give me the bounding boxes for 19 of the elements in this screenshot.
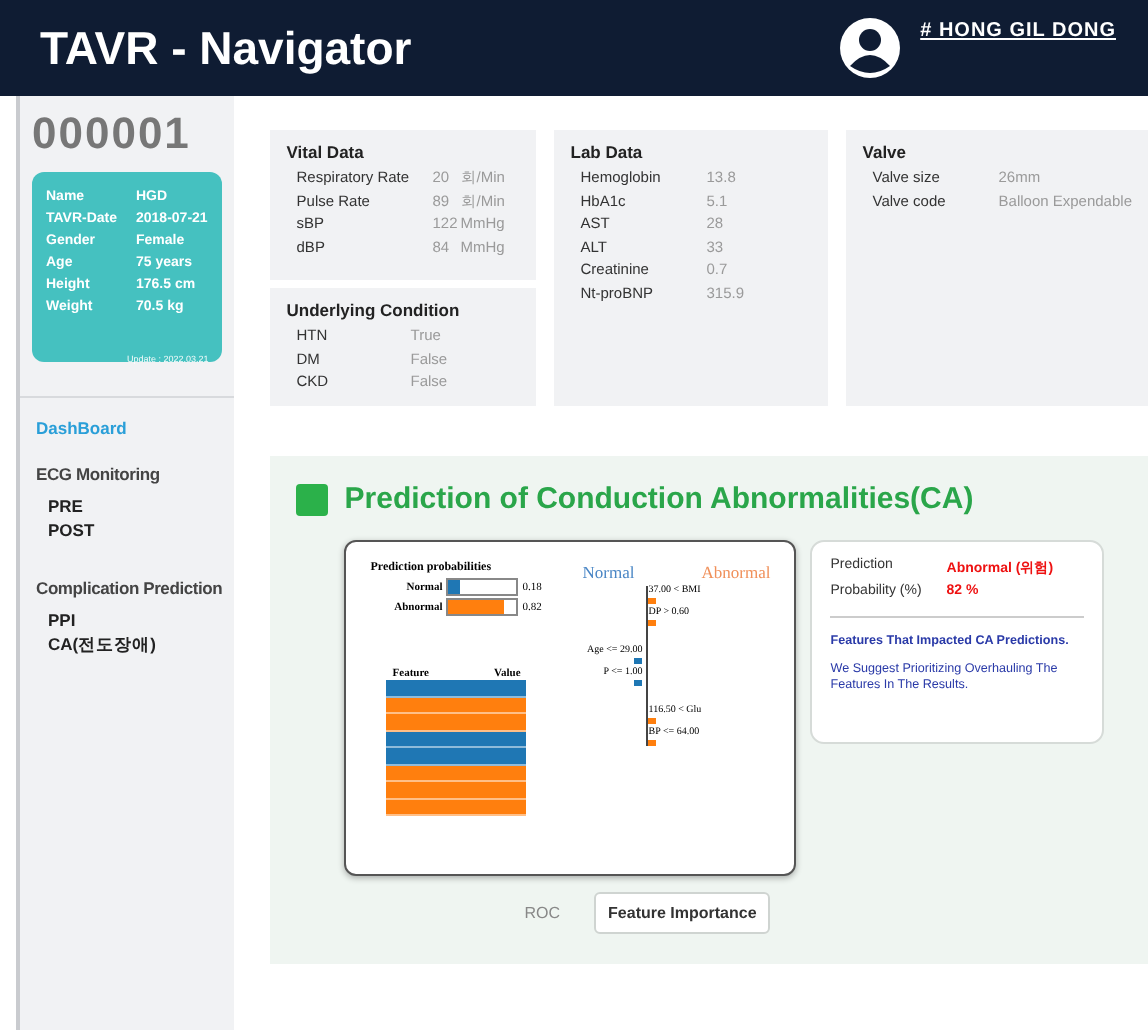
tab[interactable]: Feature Importance (594, 892, 771, 934)
abnormal-heading: Abnormal (701, 562, 771, 582)
card-title: Valve (862, 142, 909, 162)
nav-section: ECG Monitoring (36, 464, 235, 484)
card-title: Vital Data (286, 142, 366, 162)
normal-heading: Normal (582, 562, 635, 582)
app-title: TAVR - Navigator (40, 21, 414, 75)
avatar-icon[interactable] (840, 18, 901, 78)
square-icon (296, 483, 329, 515)
user-name[interactable]: # HONG GIL DONG (920, 20, 1116, 42)
nav-item[interactable]: POST (48, 520, 223, 540)
card-title: Lab Data (570, 142, 645, 162)
section-title: Prediction of Conduction Abnormalities(CA) (344, 482, 974, 516)
nav-section: Complication Prediction (36, 578, 235, 598)
nav-item[interactable]: CA(전도장애) (48, 634, 223, 658)
patient-id: 000001 (32, 108, 193, 160)
card-title: Underlying Condition (286, 300, 462, 320)
nav-item[interactable]: PRE (48, 496, 223, 516)
nav-item[interactable]: PPI (48, 610, 223, 630)
